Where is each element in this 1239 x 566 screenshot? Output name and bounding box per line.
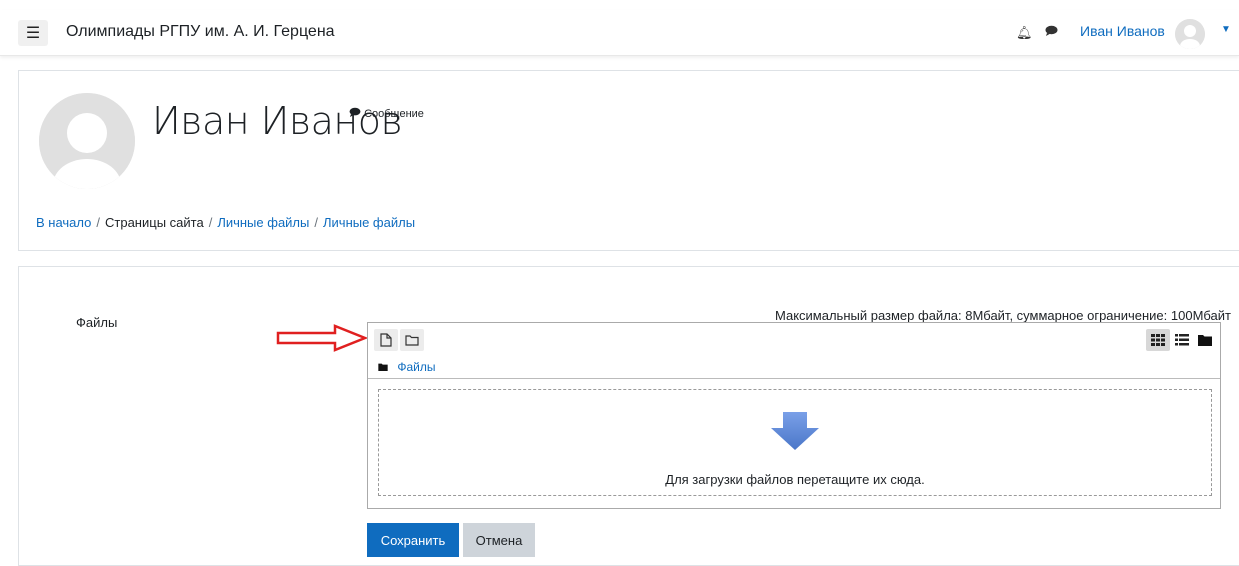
folder-icon (1198, 335, 1212, 346)
chat-icon (349, 107, 361, 117)
breadcrumb-private-files-current[interactable]: Личные файлы (323, 215, 415, 230)
bell-icon[interactable]: 🔔︎ (1016, 25, 1033, 41)
file-icon (380, 333, 392, 347)
add-file-button[interactable] (374, 329, 398, 351)
message-link[interactable]: Сообщение (349, 107, 424, 120)
profile-avatar (39, 93, 135, 189)
chat-icon[interactable] (1045, 25, 1058, 39)
page-header-card: Иван Иванов Сообщение В начало / Страницы … (18, 70, 1239, 251)
file-manager-toolbar: Файлы (368, 323, 1220, 379)
file-manager-path: Файлы (378, 360, 435, 374)
files-field-label: Файлы (76, 315, 118, 330)
main-content-card: Файлы Максимальный размер файла: 8Мбайт,… (18, 266, 1239, 566)
file-manager: Файлы Для загрузки файлов перетащите их … (367, 322, 1221, 509)
message-label: Сообщение (364, 108, 424, 120)
folder-outline-icon (405, 335, 419, 346)
create-folder-button[interactable] (400, 329, 424, 351)
grid-icon (1151, 334, 1165, 346)
view-tree-button[interactable] (1193, 329, 1217, 351)
download-arrow-icon (771, 412, 819, 450)
hamburger-menu-button[interactable]: ☰ (18, 20, 48, 46)
annotation-arrow-icon (276, 324, 369, 352)
breadcrumb-home[interactable]: В начало (36, 215, 91, 230)
breadcrumb-private-files[interactable]: Личные файлы (217, 215, 309, 230)
site-name[interactable]: Олимпиады РГПУ им. А. И. Герцена (66, 23, 335, 41)
page-title: Иван Иванов (152, 99, 403, 143)
file-dropzone[interactable]: Для загрузки файлов перетащите их сюда. (378, 389, 1212, 496)
user-avatar[interactable] (1175, 19, 1205, 49)
cancel-button[interactable]: Отмена (463, 523, 535, 557)
chevron-down-icon[interactable]: ▼ (1221, 24, 1231, 35)
file-limits-text: Максимальный размер файла: 8Мбайт, сумма… (775, 308, 1231, 323)
breadcrumb-site-pages: Страницы сайта (105, 215, 204, 230)
view-list-button[interactable] (1170, 329, 1194, 351)
list-icon (1175, 334, 1189, 346)
save-button[interactable]: Сохранить (367, 523, 459, 557)
breadcrumb: В начало / Страницы сайта / Личные файлы / Лич… (36, 215, 416, 230)
view-icons-button[interactable] (1146, 329, 1170, 351)
hamburger-icon: ☰ (25, 25, 41, 42)
path-root-link[interactable]: Файлы (397, 360, 435, 374)
top-navbar: ☰ Олимпиады РГПУ им. А. И. Герцена 🔔︎ Ив… (0, 10, 1239, 56)
folder-icon (378, 363, 388, 371)
user-menu-name[interactable]: Иван Иванов (1080, 23, 1165, 39)
dropzone-text: Для загрузки файлов перетащите их сюда. (665, 472, 925, 487)
